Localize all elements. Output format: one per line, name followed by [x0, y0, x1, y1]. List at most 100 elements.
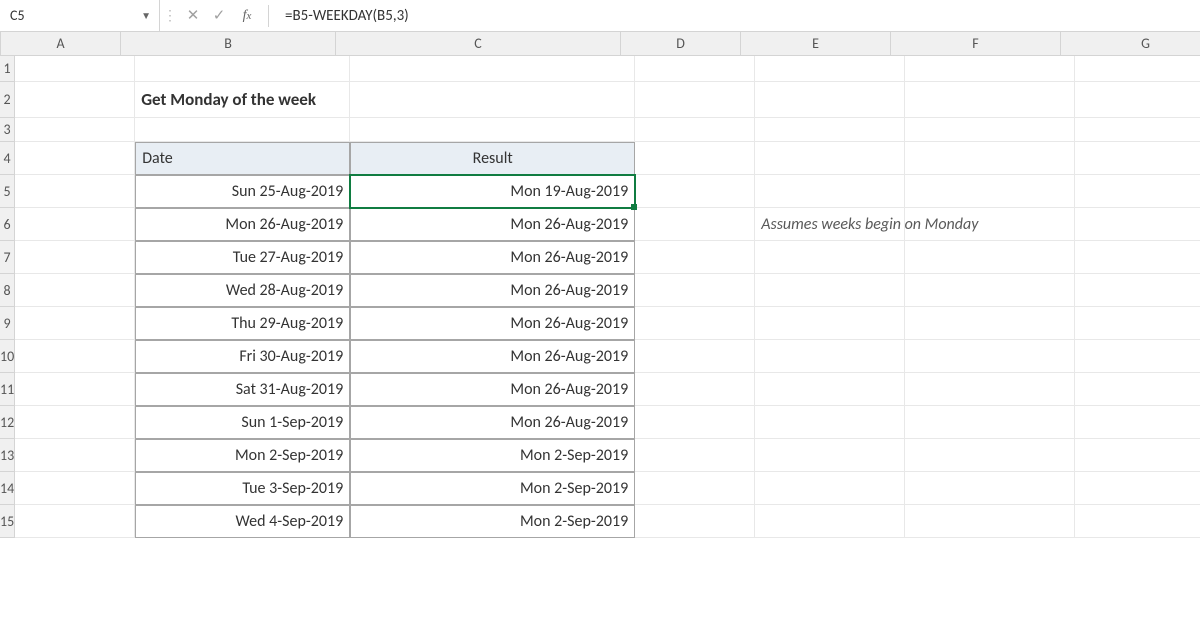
cell-B1[interactable]	[135, 56, 350, 82]
cell-A10[interactable]	[15, 340, 135, 373]
cell-G11[interactable]	[1075, 373, 1200, 406]
cell-A13[interactable]	[15, 439, 135, 472]
col-header-E[interactable]: E	[741, 32, 891, 56]
cell-D5[interactable]	[635, 175, 755, 208]
row-header-10[interactable]: 10	[0, 340, 15, 373]
cell-F3[interactable]	[905, 118, 1075, 142]
cell-C10[interactable]: Mon 26-Aug-2019	[350, 340, 635, 373]
cell-B7[interactable]: Tue 27-Aug-2019	[135, 241, 350, 274]
cell-B15[interactable]: Wed 4-Sep-2019	[135, 505, 350, 538]
cell-D6[interactable]	[635, 208, 755, 241]
cell-E10[interactable]	[755, 340, 905, 373]
cell-F4[interactable]	[905, 142, 1075, 175]
cancel-icon[interactable]: ✕	[180, 6, 206, 25]
cell-E7[interactable]	[755, 241, 905, 274]
cell-D14[interactable]	[635, 472, 755, 505]
cell-C14[interactable]: Mon 2-Sep-2019	[350, 472, 635, 505]
select-all-corner[interactable]	[0, 32, 1, 56]
cell-D1[interactable]	[635, 56, 755, 82]
col-header-D[interactable]: D	[621, 32, 741, 56]
cell-C12[interactable]: Mon 26-Aug-2019	[350, 406, 635, 439]
cell-A9[interactable]	[15, 307, 135, 340]
row-header-14[interactable]: 14	[0, 472, 15, 505]
cell-A11[interactable]	[15, 373, 135, 406]
cell-C5[interactable]: Mon 19-Aug-2019	[350, 175, 635, 208]
cell-B3[interactable]	[135, 118, 350, 142]
cell-F11[interactable]	[905, 373, 1075, 406]
cell-C6[interactable]: Mon 26-Aug-2019	[350, 208, 635, 241]
cell-A5[interactable]	[15, 175, 135, 208]
cell-B8[interactable]: Wed 28-Aug-2019	[135, 274, 350, 307]
enter-icon[interactable]: ✓	[206, 6, 232, 25]
cell-C9[interactable]: Mon 26-Aug-2019	[350, 307, 635, 340]
cell-F5[interactable]	[905, 175, 1075, 208]
row-header-4[interactable]: 4	[0, 142, 15, 175]
row-header-7[interactable]: 7	[0, 241, 15, 274]
row-header-5[interactable]: 5	[0, 175, 15, 208]
cell-B14[interactable]: Tue 3-Sep-2019	[135, 472, 350, 505]
cell-C3[interactable]	[350, 118, 635, 142]
fx-icon[interactable]: fx	[232, 8, 262, 24]
cell-B11[interactable]: Sat 31-Aug-2019	[135, 373, 350, 406]
col-header-A[interactable]: A	[1, 32, 121, 56]
row-header-6[interactable]: 6	[0, 208, 15, 241]
cell-D9[interactable]	[635, 307, 755, 340]
row-header-3[interactable]: 3	[0, 118, 15, 142]
cell-G8[interactable]	[1075, 274, 1200, 307]
cell-G5[interactable]	[1075, 175, 1200, 208]
cell-D13[interactable]	[635, 439, 755, 472]
cell-F1[interactable]	[905, 56, 1075, 82]
row-header-9[interactable]: 9	[0, 307, 15, 340]
col-header-G[interactable]: G	[1061, 32, 1200, 56]
cell-C11[interactable]: Mon 26-Aug-2019	[350, 373, 635, 406]
cell-B9[interactable]: Thu 29-Aug-2019	[135, 307, 350, 340]
cell-G15[interactable]	[1075, 505, 1200, 538]
cell-A1[interactable]	[15, 56, 135, 82]
row-header-8[interactable]: 8	[0, 274, 15, 307]
cell-B12[interactable]: Sun 1-Sep-2019	[135, 406, 350, 439]
cell-B5[interactable]: Sun 25-Aug-2019	[135, 175, 350, 208]
cell-D7[interactable]	[635, 241, 755, 274]
cell-G10[interactable]	[1075, 340, 1200, 373]
cell-D11[interactable]	[635, 373, 755, 406]
cell-F2[interactable]	[905, 82, 1075, 118]
cell-A14[interactable]	[15, 472, 135, 505]
table-header-date[interactable]: Date	[135, 142, 350, 175]
cell-C15[interactable]: Mon 2-Sep-2019	[350, 505, 635, 538]
cell-E8[interactable]	[755, 274, 905, 307]
col-header-B[interactable]: B	[121, 32, 336, 56]
cell-G9[interactable]	[1075, 307, 1200, 340]
cell-D10[interactable]	[635, 340, 755, 373]
row-header-13[interactable]: 13	[0, 439, 15, 472]
cell-F9[interactable]	[905, 307, 1075, 340]
col-header-F[interactable]: F	[891, 32, 1061, 56]
cell-F12[interactable]	[905, 406, 1075, 439]
cell-A7[interactable]	[15, 241, 135, 274]
cell-B10[interactable]: Fri 30-Aug-2019	[135, 340, 350, 373]
cell-G14[interactable]	[1075, 472, 1200, 505]
cell-A12[interactable]	[15, 406, 135, 439]
col-header-C[interactable]: C	[336, 32, 621, 56]
cell-A6[interactable]	[15, 208, 135, 241]
cell-D2[interactable]	[635, 82, 755, 118]
cell-A4[interactable]	[15, 142, 135, 175]
cell-G1[interactable]	[1075, 56, 1200, 82]
cell-A2[interactable]	[15, 82, 135, 118]
cell-E2[interactable]	[755, 82, 905, 118]
table-header-result[interactable]: Result	[350, 142, 635, 175]
cell-D15[interactable]	[635, 505, 755, 538]
cell-E9[interactable]	[755, 307, 905, 340]
cell-F6[interactable]	[905, 208, 1075, 241]
cell-G7[interactable]	[1075, 241, 1200, 274]
annotation-text[interactable]: Assumes weeks begin on Monday	[755, 208, 905, 241]
cell-E4[interactable]	[755, 142, 905, 175]
cell-G12[interactable]	[1075, 406, 1200, 439]
cell-F15[interactable]	[905, 505, 1075, 538]
cell-C8[interactable]: Mon 26-Aug-2019	[350, 274, 635, 307]
row-header-11[interactable]: 11	[0, 373, 15, 406]
cell-G3[interactable]	[1075, 118, 1200, 142]
cell-F10[interactable]	[905, 340, 1075, 373]
cell-D3[interactable]	[635, 118, 755, 142]
row-header-1[interactable]: 1	[0, 56, 15, 82]
cell-E15[interactable]	[755, 505, 905, 538]
